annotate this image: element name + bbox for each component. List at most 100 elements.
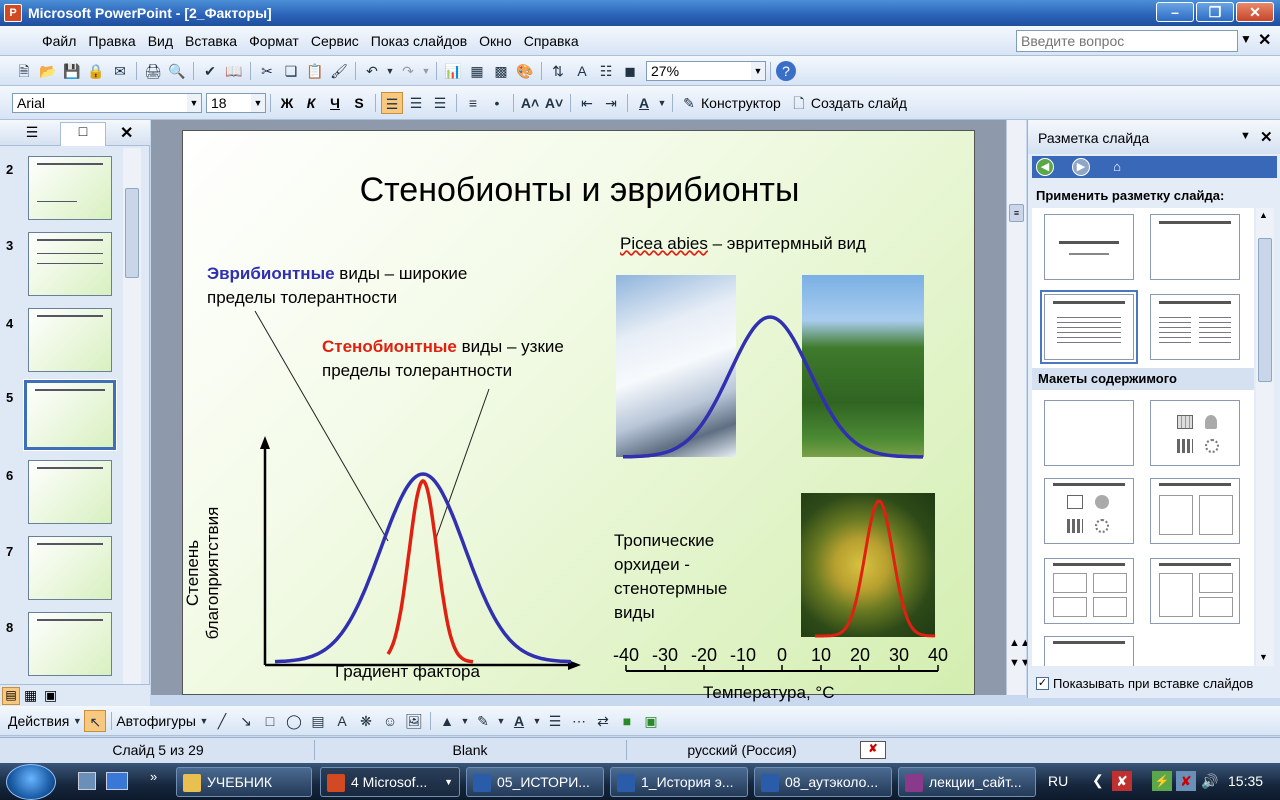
format-painter-icon[interactable]: 🖌 [328,60,350,82]
bullets-icon[interactable]: • [486,92,508,114]
home-icon[interactable]: ⌂ [1108,158,1126,176]
arrow-style-icon[interactable]: ⇄ [592,710,614,732]
taskbar-item-word2[interactable]: 1_История э... [610,767,748,797]
taskbar-item-folder[interactable]: УЧЕБНИК [176,767,312,797]
line-color-dropdown-icon[interactable]: ▼ [496,710,506,732]
shadow-style-icon[interactable]: ■ [616,710,638,732]
layout-scroll-up-icon[interactable]: ▲ [1259,210,1268,220]
help-icon[interactable]: ? [776,60,796,81]
thumbs-scrollbar[interactable] [123,148,141,686]
taskbar-item-archive[interactable]: лекции_сайт... [898,767,1036,797]
scroll-thumb[interactable]: ≡ [1009,204,1024,222]
save-icon[interactable]: 💾 [61,60,83,82]
email-icon[interactable]: ✉ [109,60,131,82]
font-dropdown-icon[interactable]: ▼ [187,93,201,112]
draw-font-color-icon[interactable]: A [508,710,530,732]
network-tray-icon[interactable]: ✘ [1176,771,1196,791]
font-color-dropdown-icon[interactable]: ▼ [657,92,667,114]
help-search-input[interactable] [1016,30,1238,52]
slide-vertical-scrollbar[interactable]: ≡ ▲▲ ▼▼ [1006,120,1031,695]
slide-thumbnail[interactable] [28,536,112,600]
clock[interactable]: 15:35 [1228,773,1263,789]
font-color-icon[interactable]: A [633,92,655,114]
layout-content[interactable] [1150,400,1240,466]
layout-title-content[interactable] [1044,478,1134,544]
font-size-select[interactable]: 18 ▼ [206,92,266,113]
volume-tray-icon[interactable]: 🔊 [1200,771,1220,791]
menu-file[interactable]: Файл [36,28,82,54]
menu-view[interactable]: Вид [142,28,179,54]
menu-format[interactable]: Формат [243,28,305,54]
layout-scroll-down-icon[interactable]: ▼ [1259,652,1268,662]
decrease-font-icon[interactable]: A˅ [543,92,565,114]
copy-icon[interactable]: ❏ [280,60,302,82]
back-icon[interactable]: ◀ [1036,158,1054,176]
tables-borders-icon[interactable]: ▩ [490,60,512,82]
line-icon[interactable]: ╱ [211,710,233,732]
layout-scroll-thumb[interactable] [1258,238,1272,382]
rectangle-icon[interactable]: □ [259,710,281,732]
close-document-icon[interactable]: ✕ [1258,30,1271,50]
align-right-icon[interactable]: ☰ [429,92,451,114]
help-dropdown-icon[interactable]: ▼ [1240,32,1252,46]
slide-thumbnail[interactable] [28,308,112,372]
new-slide-icon[interactable]: 🗋 [788,92,810,114]
thumbs-scroll-thumb[interactable] [125,188,139,278]
draw-font-dropdown-icon[interactable]: ▼ [532,710,542,732]
picture-icon[interactable]: 🖼 [403,710,425,732]
italic-button[interactable]: К [299,92,323,114]
show-desktop-icon[interactable] [78,772,96,790]
underline-button[interactable]: Ч [323,92,347,114]
taskbar-item-word3[interactable]: 08_аутэколо... [754,767,892,797]
bold-button[interactable]: Ж [275,92,299,114]
usb-tray-icon[interactable]: ⚡ [1152,771,1172,791]
diagram-icon[interactable]: ❋ [355,710,377,732]
arrow-icon[interactable]: ↘ [235,710,257,732]
increase-indent-icon[interactable]: ⇥ [600,92,622,114]
clipart-icon[interactable]: ☺ [379,710,401,732]
undo-dropdown-icon[interactable]: ▼ [385,60,395,82]
fill-dropdown-icon[interactable]: ▼ [460,710,470,732]
layout-two-columns[interactable] [1150,294,1240,360]
actions-dropdown-icon[interactable]: ▼ [72,710,82,732]
slide-thumbnail[interactable] [28,612,112,676]
open-icon[interactable]: 📂 [37,60,59,82]
shadow-button[interactable]: S [347,92,371,114]
layout-blank[interactable] [1044,400,1134,466]
insert-wordart-icon[interactable]: 🎨 [514,60,536,82]
pane-close-icon[interactable]: ✕ [120,123,133,143]
task-pane-close-icon[interactable]: ✕ [1260,128,1273,146]
decrease-indent-icon[interactable]: ⇤ [576,92,598,114]
undo-icon[interactable]: ↶ [361,60,383,82]
permission-icon[interactable]: 🔒 [85,60,107,82]
zoom-select[interactable]: 27% ▼ [646,60,766,81]
designer-icon[interactable]: ✎ [678,92,700,114]
powerpoint-app-icon[interactable]: P [4,4,22,22]
insert-table-icon[interactable]: ▦ [466,60,488,82]
font-select[interactable]: Arial ▼ [12,92,202,113]
taskbar-item-powerpoint[interactable]: 4 Microsof... ▼ [320,767,460,797]
layout-title-four-content[interactable] [1044,558,1134,624]
color-grayscale-icon[interactable]: ◼ [619,60,641,82]
menu-slideshow[interactable]: Показ слайдов [365,28,473,54]
show-on-insert-checkbox[interactable]: ✓ [1036,677,1049,690]
spelling-status-icon[interactable]: ✘ [860,741,886,759]
wordart-icon[interactable]: A [331,710,353,732]
outline-tab-icon[interactable]: ☰ [14,124,50,144]
layout-title-text[interactable] [1040,290,1138,364]
sorter-view-icon[interactable]: ▦ [24,687,37,704]
quicklaunch-more-icon[interactable]: » [150,769,157,784]
slideshow-view-icon[interactable]: ▣ [44,687,57,704]
dash-style-icon[interactable]: ⋯ [568,710,590,732]
maximize-button[interactable]: ❐ [1196,2,1234,22]
show-grid-icon[interactable]: ☷ [595,60,617,82]
minimize-button[interactable]: – [1156,2,1194,22]
3d-style-icon[interactable]: ▣ [640,710,662,732]
fill-color-icon[interactable]: ▲ [436,710,458,732]
redo-icon[interactable]: ↷ [397,60,419,82]
layout-title-only[interactable] [1150,214,1240,280]
slide-thumbnail[interactable] [28,460,112,524]
line-style-icon[interactable]: ☰ [544,710,566,732]
taskbar-item-word1[interactable]: 05_ИСТОРИ... [466,767,604,797]
autoshapes-menu[interactable]: Автофигуры [116,713,196,729]
